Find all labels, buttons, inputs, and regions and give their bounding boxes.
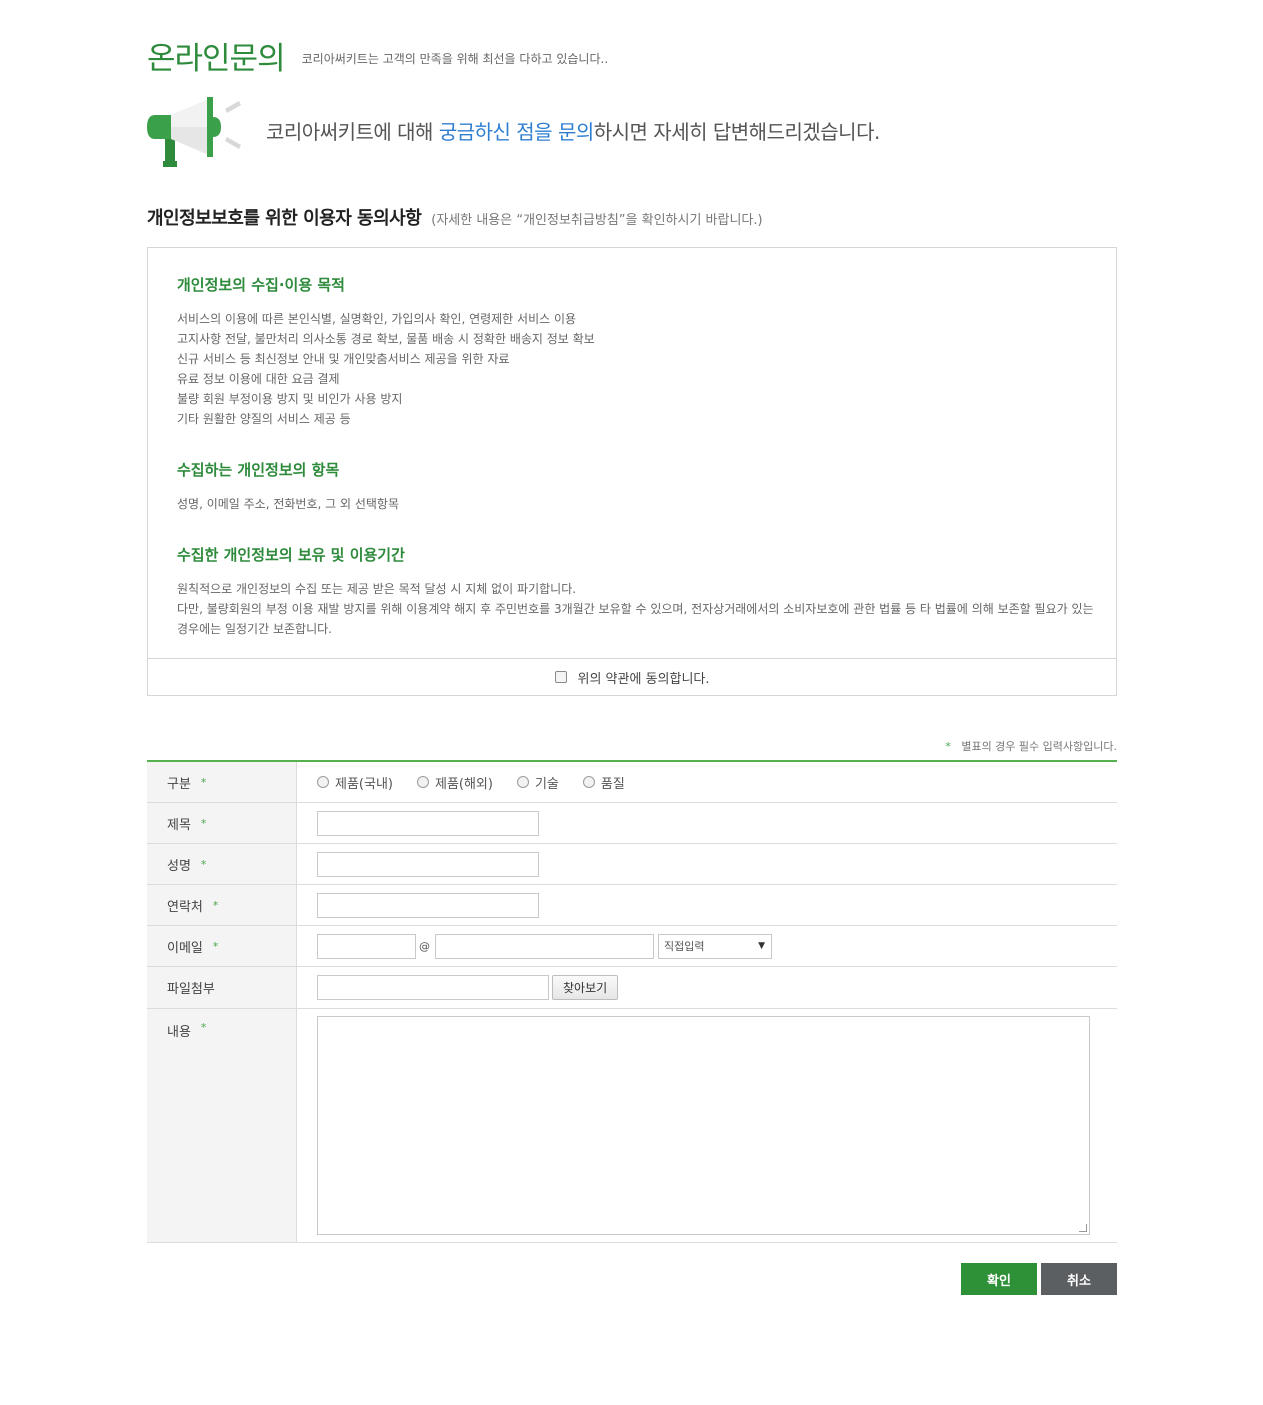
radio-button[interactable] xyxy=(516,776,529,788)
content-textarea[interactable] xyxy=(317,1016,1090,1235)
field-label: 내용 * xyxy=(147,1009,297,1242)
hero-text-highlight: 궁금하신 점을 문의 xyxy=(438,120,594,144)
required-star: * xyxy=(200,1021,207,1034)
email-local-input[interactable] xyxy=(317,933,416,959)
terms-section-retention: 수집한 개인정보의 보유 및 이용기간 원칙적으로 개인정보의 수집 또는 제공… xyxy=(177,544,1097,639)
required-star: * xyxy=(200,775,207,789)
hero-message: 코리아써키트에 대해 궁금하신 점을 문의하시면 자세히 답변해드리겠습니다. xyxy=(266,116,880,145)
cancel-button[interactable]: 취소 xyxy=(1041,1263,1117,1295)
field-label: 성명 * xyxy=(147,844,297,884)
radio-button[interactable] xyxy=(582,776,595,788)
email-domain-select[interactable]: 직접입력 ▼ xyxy=(658,933,772,959)
terms-line: 유료 정보 이용에 대한 요금 결제 xyxy=(177,372,340,386)
inquiry-form: 구분 * 제품(국내) 제품(해외) 기술 품질 제목 * 성명 * 연락처 * 이메일… xyxy=(147,760,1117,1243)
field-label: 파일첨부 xyxy=(147,967,297,1008)
form-row-content: 내용 * xyxy=(147,1009,1117,1243)
required-star: * xyxy=(200,857,207,871)
file-path-input[interactable] xyxy=(317,975,549,1000)
field-label: 이메일 * xyxy=(147,926,297,966)
terms-line: 원칙적으로 개인정보의 수집 또는 제공 받은 목적 달성 시 지체 없이 파기… xyxy=(177,582,577,596)
category-radio-group: 제품(국내) 제품(해외) 기술 품질 xyxy=(297,762,1117,802)
subject-input[interactable] xyxy=(317,810,539,836)
terms-line: 서비스의 이용에 따른 본인식별, 실명확인, 가입의사 확인, 연령제한 서비… xyxy=(177,312,577,326)
terms-line: 신규 서비스 등 최신정보 안내 및 개인맞춤서비스 제공을 위한 자료 xyxy=(177,352,510,366)
radio-technology[interactable]: 기술 xyxy=(516,773,559,792)
terms-section-items: 수집하는 개인정보의 항목 성명, 이메일 주소, 전화번호, 그 외 선택항목 xyxy=(177,459,1097,514)
agree-label[interactable]: 위의 약관에 동의합니다. xyxy=(578,668,710,687)
field-label: 구분 * xyxy=(147,762,297,802)
email-domain-input[interactable] xyxy=(435,933,654,959)
required-star: * xyxy=(212,898,219,912)
page-subtitle: 코리아써키트는 고객의 만족을 위해 최선을 다하고 있습니다.. xyxy=(301,52,609,66)
terms-line: 기타 원활한 양질의 서비스 제공 등 xyxy=(177,412,351,426)
field-label: 연락처 * xyxy=(147,885,297,925)
phone-input[interactable] xyxy=(317,892,539,918)
terms-heading: 수집하는 개인정보의 항목 xyxy=(177,461,340,479)
hero-banner: 코리아써키트에 대해 궁금하신 점을 문의하시면 자세히 답변해드리겠습니다. xyxy=(147,97,1117,167)
confirm-button[interactable]: 확인 xyxy=(961,1263,1037,1295)
form-actions: 확인 취소 xyxy=(961,1263,1117,1295)
required-star: * xyxy=(200,816,207,830)
agree-bar: 위의 약관에 동의합니다. xyxy=(148,658,1116,695)
agree-checkbox[interactable] xyxy=(554,671,567,683)
form-row-category: 구분 * 제품(국내) 제품(해외) 기술 품질 xyxy=(147,762,1117,803)
email-at-sign: @ xyxy=(419,939,430,953)
radio-button[interactable] xyxy=(416,776,429,788)
radio-button[interactable] xyxy=(317,776,329,788)
form-row-email: 이메일 * @ 직접입력 ▼ xyxy=(147,926,1117,967)
resize-handle-icon[interactable] xyxy=(1079,1224,1087,1232)
terms-line: 불량 회원 부정이용 방지 및 비인가 사용 방지 xyxy=(177,392,403,406)
terms-heading: 수집한 개인정보의 보유 및 이용기간 xyxy=(177,546,405,564)
page-title: 온라인문의 xyxy=(147,41,286,77)
form-row-subject: 제목 * xyxy=(147,803,1117,844)
name-input[interactable] xyxy=(317,851,539,877)
required-note-text: 별표의 경우 필수 입력사항입니다. xyxy=(961,740,1117,753)
privacy-section-title: 개인정보보호를 위한 이용자 동의사항 (자세한 내용은 “개인정보취급방침”을… xyxy=(147,204,763,230)
radio-domestic-product[interactable]: 제품(국내) xyxy=(317,773,393,792)
privacy-note: (자세한 내용은 “개인정보취급방침”을 확인하시기 바랍니다.) xyxy=(431,213,763,228)
required-star: * xyxy=(212,939,219,953)
dropdown-arrow-icon: ▼ xyxy=(758,941,765,951)
megaphone-icon xyxy=(147,97,241,167)
required-note: * 별표의 경우 필수 입력사항입니다. xyxy=(945,738,1117,754)
privacy-terms-box: 개인정보의 수집·이용 목적 서비스의 이용에 따른 본인식별, 실명확인, 가… xyxy=(147,247,1117,696)
terms-heading: 개인정보의 수집·이용 목적 xyxy=(177,276,345,294)
page-header: 온라인문의 코리아써키트는 고객의 만족을 위해 최선을 다하고 있습니다.. xyxy=(147,33,608,78)
terms-line: 고지사항 전달, 불만처리 의사소통 경로 확보, 물품 배송 시 정확한 배송… xyxy=(177,332,595,346)
radio-quality[interactable]: 품질 xyxy=(582,773,625,792)
field-label: 제목 * xyxy=(147,803,297,843)
privacy-title: 개인정보보호를 위한 이용자 동의사항 xyxy=(147,208,422,229)
radio-overseas-product[interactable]: 제품(해외) xyxy=(416,773,493,792)
browse-button[interactable]: 찾아보기 xyxy=(552,975,619,1000)
required-star: * xyxy=(945,740,951,753)
terms-section-purpose: 개인정보의 수집·이용 목적 서비스의 이용에 따른 본인식별, 실명확인, 가… xyxy=(177,274,1097,429)
terms-line: 성명, 이메일 주소, 전화번호, 그 외 선택항목 xyxy=(177,497,400,511)
form-row-name: 성명 * xyxy=(147,844,1117,885)
form-row-attachment: 파일첨부 찾아보기 xyxy=(147,967,1117,1009)
terms-line: 다만, 불량회원의 부정 이용 재발 방지를 위해 이용계약 해지 후 주민번호… xyxy=(177,602,1094,636)
hero-text-before: 코리아써키트에 대해 xyxy=(266,120,439,144)
hero-text-after: 하시면 자세히 답변해드리겠습니다. xyxy=(593,120,881,144)
form-row-phone: 연락처 * xyxy=(147,885,1117,926)
